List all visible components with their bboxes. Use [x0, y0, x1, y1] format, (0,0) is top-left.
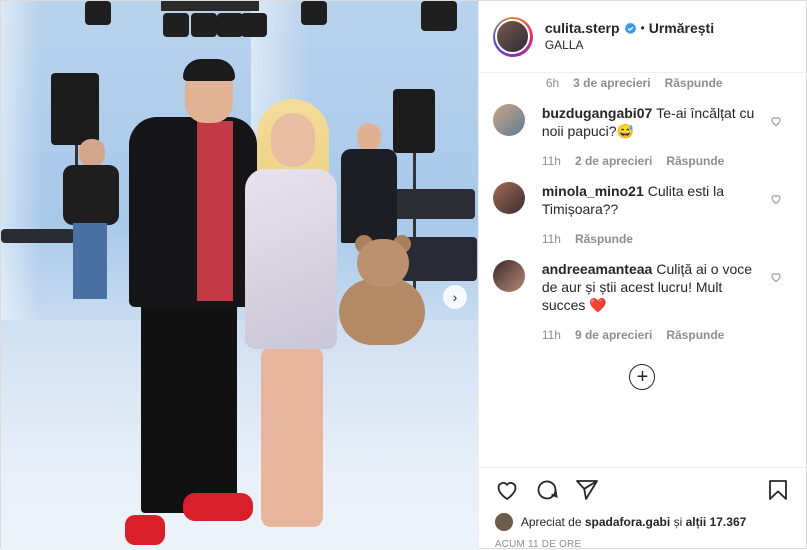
chevron-right-icon: › — [452, 289, 458, 305]
man-figure — [119, 59, 257, 550]
like-heart-icon[interactable] — [495, 478, 519, 502]
load-more-comments-plus-icon[interactable]: + — [629, 364, 656, 390]
comment-likes[interactable]: 2 de aprecieri — [575, 154, 652, 168]
post-username[interactable]: culita.sterp — [545, 20, 620, 37]
avatar[interactable] — [492, 16, 533, 57]
verified-badge-icon — [624, 22, 637, 35]
reply-button[interactable]: Răspunde — [666, 154, 724, 168]
curtain — [1, 1, 41, 341]
comment-avatar[interactable] — [492, 182, 525, 214]
post-dialog: › culita.sterp • Urmărești GALLA 6h 3 de… — [0, 0, 807, 550]
next-image-button[interactable]: › — [443, 285, 467, 309]
stage-light — [301, 1, 327, 25]
dj-table — [389, 189, 475, 219]
comment-like-heart-icon[interactable] — [770, 270, 782, 283]
likes-middle: și — [673, 515, 683, 529]
liker-username[interactable]: spadafora.gabi — [585, 515, 670, 529]
likes-summary[interactable]: Apreciat de spadafora.gabi și alții 17.3… — [479, 511, 806, 533]
speaker — [393, 89, 435, 153]
comment-item: buzdugangabi07 Te-ai încălțat cu noii pap… — [492, 104, 792, 168]
separator-dot: • — [640, 20, 645, 35]
comment-like-heart-icon[interactable] — [770, 114, 782, 127]
comment-like-heart-icon[interactable] — [770, 192, 782, 205]
post-header: culita.sterp • Urmărești GALLA — [478, 1, 806, 73]
comment-meta: 6h 3 de aprecieri Răspunde — [493, 75, 792, 90]
comment-avatar[interactable] — [492, 260, 525, 292]
comment-item: minola_mino21 Culita esti la Timișoara?? … — [492, 182, 792, 246]
likes-count[interactable]: alții 17.367 — [686, 515, 747, 529]
comment-username[interactable]: minola_mino21 — [542, 183, 644, 199]
comment-likes[interactable]: 9 de aprecieri — [575, 328, 652, 342]
stage-light — [191, 13, 217, 37]
likes-prefix: Apreciat de — [520, 515, 582, 529]
reply-button[interactable]: Răspunde — [665, 76, 723, 90]
speaker — [51, 73, 99, 145]
stage-light — [421, 1, 457, 31]
dj-figure — [341, 123, 397, 243]
reply-button[interactable]: Răspunde — [666, 328, 724, 342]
post-location[interactable]: GALLA — [545, 37, 714, 54]
comment-item: andreeamanteaa Culiță ai o voce de aur și… — [492, 260, 792, 342]
post-side-panel: culita.sterp • Urmărești GALLA 6h 3 de a… — [477, 1, 806, 550]
lighting-truss — [161, 1, 259, 11]
comment-time: 6h — [545, 75, 560, 90]
comment-time: 11h — [541, 154, 561, 168]
woman-figure — [237, 99, 347, 550]
bookmark-icon[interactable] — [766, 478, 790, 502]
comments-list[interactable]: 6h 3 de aprecieri Răspunde buzdugangabi0… — [479, 73, 806, 467]
reply-button[interactable]: Răspunde — [575, 232, 633, 246]
stage-light — [241, 13, 267, 37]
post-timestamp[interactable]: ACUM 11 DE ORE — [479, 533, 806, 550]
comment-likes[interactable]: 3 de aprecieri — [573, 76, 650, 90]
comment-time: 11h — [541, 328, 561, 342]
post-photo[interactable]: › — [1, 1, 478, 550]
post-actions — [478, 467, 806, 511]
liker-avatar[interactable] — [494, 513, 513, 531]
stage-light — [163, 13, 189, 37]
comment-time: 11h — [541, 232, 561, 246]
comment-username[interactable]: buzdugangabi07 — [542, 105, 652, 121]
comment-avatar[interactable] — [492, 104, 525, 136]
comment-icon[interactable] — [535, 478, 559, 502]
stage-light — [85, 1, 111, 25]
stage-light — [217, 13, 243, 37]
share-icon[interactable] — [575, 478, 599, 502]
following-button[interactable]: Urmărești — [649, 20, 714, 37]
guest-figure — [61, 139, 121, 299]
comment-username[interactable]: andreeamanteaa — [542, 261, 653, 277]
